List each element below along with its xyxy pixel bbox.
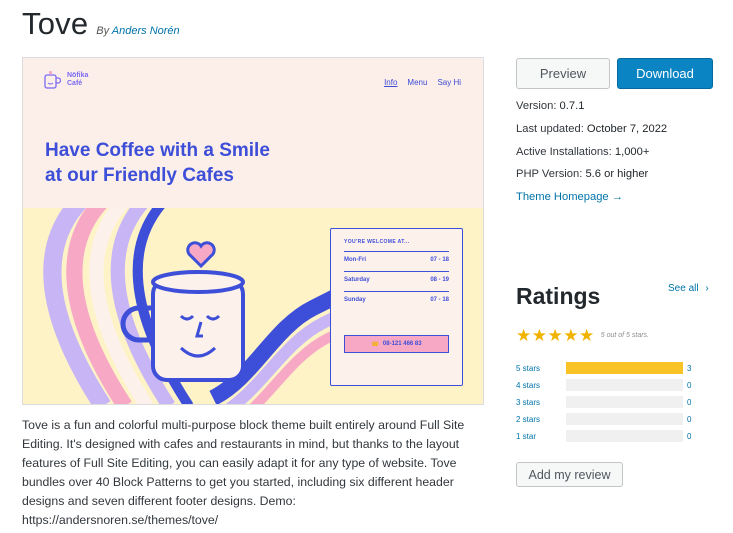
see-all-label: See all: [668, 283, 699, 294]
updated-value: October 7, 2022: [586, 123, 668, 135]
screenshot-headline: Have Coffee with a Smile at our Friendly…: [45, 138, 405, 188]
hours-time: 07 - 18: [430, 257, 449, 263]
star-icon: ★: [563, 326, 579, 345]
author-link[interactable]: Anders Norén: [112, 25, 180, 37]
rating-bar-label[interactable]: 5 stars: [516, 364, 566, 373]
theme-screenshot: Nöfika Café Info Menu Say Hi Have Coffee…: [22, 57, 484, 405]
theme-description: Tove is a fun and colorful multi-purpose…: [22, 418, 465, 527]
headline-line-1: Have Coffee with a Smile: [45, 140, 270, 161]
rating-bar-count: 3: [687, 363, 692, 373]
chevron-right-icon: ›: [705, 283, 709, 294]
rating-bar-track: [566, 413, 683, 425]
hours-row: Sunday 07 - 18: [344, 291, 449, 311]
rating-summary: 5 out of 5 stars.: [600, 332, 649, 339]
meta-installs: Active Installations: 1,000+: [516, 146, 649, 158]
rating-bar-count: 0: [687, 431, 692, 441]
rating-bar-count: 0: [687, 397, 692, 407]
rating-bar-track: [566, 362, 683, 374]
hours-row: Mon-Fri 07 - 18: [344, 251, 449, 271]
phone-icon: ☎: [371, 341, 379, 348]
star-icon: ★: [547, 326, 563, 345]
ratings-title: Ratings: [516, 283, 601, 309]
hours-day: Mon-Fri: [344, 257, 366, 263]
rating-bar-row[interactable]: 2 stars 0: [516, 413, 696, 425]
php-label: PHP Version:: [516, 168, 583, 180]
star-icon: ★: [531, 326, 547, 345]
star-icon: ★: [579, 326, 595, 345]
opening-hours-card: YOU'RE WELCOME AT... Mon-Fri 07 - 18 Sat…: [330, 228, 463, 386]
php-value: 5.6 or higher: [585, 168, 649, 180]
screenshot-nav: Info Menu Say Hi: [384, 78, 461, 87]
rating-bar-fill: [566, 362, 683, 374]
brand-line-1: Nöfika: [67, 72, 89, 79]
star-rating: ★ ★ ★ ★ ★ 5 out of 5 stars.: [516, 327, 649, 344]
rating-bar-label[interactable]: 4 stars: [516, 381, 566, 390]
rating-bar-label[interactable]: 3 stars: [516, 398, 566, 407]
theme-title: Tove: [22, 6, 89, 41]
brand-line-2: Café: [67, 80, 83, 87]
rating-bar-track: [566, 379, 683, 391]
rating-bar-count: 0: [687, 414, 692, 424]
see-all-link[interactable]: See all ›: [668, 283, 709, 294]
cafe-logo-icon: [44, 70, 61, 89]
updated-label: Last updated:: [516, 123, 584, 135]
nav-info: Info: [384, 78, 398, 87]
rating-bar-label[interactable]: 1 star: [516, 432, 566, 441]
hours-time: 07 - 18: [430, 297, 449, 303]
nav-menu: Menu: [407, 78, 428, 87]
meta-updated: Last updated: October 7, 2022: [516, 123, 667, 135]
hours-time: 08 - 19: [430, 277, 449, 283]
headline-line-2: at our Friendly Cafes: [45, 165, 234, 186]
rating-bar-row[interactable]: 5 stars 3: [516, 362, 696, 374]
byline: By Anders Norén: [96, 25, 179, 37]
hours-row: Saturday 08 - 19: [344, 271, 449, 291]
hours-day: Sunday: [344, 297, 366, 303]
rating-bar-row[interactable]: 4 stars 0: [516, 379, 696, 391]
phone-number: 08-121 466 83: [382, 341, 422, 347]
cafe-brand: Nöfika Café: [43, 70, 88, 90]
rating-bar-label[interactable]: 2 stars: [516, 415, 566, 424]
installs-value: 1,000+: [614, 146, 650, 158]
download-button[interactable]: Download: [617, 58, 713, 89]
theme-header: Tove By Anders Norén: [22, 6, 180, 42]
rating-bar-track: [566, 430, 683, 442]
rating-bar-row[interactable]: 1 star 0: [516, 430, 696, 442]
nav-say-hi: Say Hi: [437, 78, 461, 87]
rating-bar-track: [566, 396, 683, 408]
installs-label: Active Installations:: [516, 146, 612, 158]
star-icon: ★: [516, 326, 532, 345]
hours-day: Saturday: [344, 277, 370, 283]
rating-bar-count: 0: [687, 380, 692, 390]
preview-button[interactable]: Preview: [516, 58, 610, 89]
theme-homepage-link[interactable]: Theme Homepage →: [516, 191, 623, 203]
byline-prefix: By: [96, 25, 110, 37]
rating-bar-row[interactable]: 3 stars 0: [516, 396, 696, 408]
meta-php: PHP Version: 5.6 or higher: [516, 168, 648, 180]
version-label: Version:: [516, 100, 557, 112]
hours-heading: YOU'RE WELCOME AT...: [344, 239, 410, 245]
cafe-brand-name: Nöfika Café: [67, 72, 88, 88]
add-review-button[interactable]: Add my review: [516, 462, 623, 487]
phone-button: ☎ 08-121 466 83: [344, 335, 449, 353]
meta-version: Version: 0.7.1: [516, 100, 584, 112]
version-value: 0.7.1: [559, 100, 585, 112]
